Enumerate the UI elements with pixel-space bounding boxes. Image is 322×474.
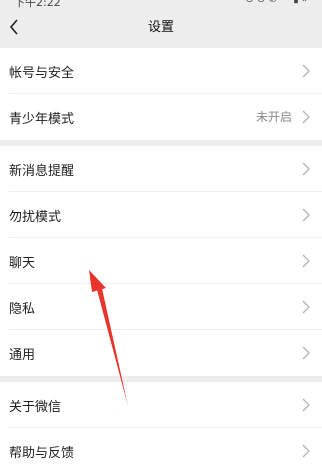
settings-group-about: 关于微信 帮助与反馈	[0, 382, 322, 474]
chevron-left-icon	[9, 19, 18, 35]
settings-item-do-not-disturb[interactable]: 勿扰模式	[0, 192, 322, 238]
settings-item-label: 帮助与反馈	[9, 445, 75, 461]
chevron-right-icon	[302, 346, 310, 360]
page-title: 设置	[147, 20, 174, 35]
back-button[interactable]	[2, 12, 26, 42]
chevron-right-icon	[302, 398, 310, 412]
settings-item-label: 隐私	[9, 301, 36, 317]
chevron-right-icon	[302, 254, 310, 268]
settings-item-label: 聊天	[9, 255, 36, 271]
status-icons: ⊙ ⊙ ✆ ⋯ ▮ »	[245, 0, 308, 5]
settings-group-general: 新消息提醒 勿扰模式 聊天 隐私 通用	[0, 146, 322, 376]
teen-mode-status: 未开启	[255, 110, 292, 124]
settings-item-label: 通用	[9, 347, 36, 363]
chevron-right-icon	[302, 110, 310, 124]
settings-item-privacy[interactable]: 隐私	[0, 284, 322, 330]
settings-item-general[interactable]: 通用	[0, 330, 322, 376]
settings-item-label: 关于微信	[9, 399, 62, 415]
settings-group-account: 帐号与安全 青少年模式 未开启	[0, 48, 322, 140]
settings-item-about-wechat[interactable]: 关于微信	[0, 382, 322, 428]
chevron-right-icon	[302, 444, 310, 458]
settings-item-teen-mode[interactable]: 青少年模式 未开启	[0, 94, 322, 140]
settings-item-notifications[interactable]: 新消息提醒	[0, 146, 322, 192]
settings-item-label: 青少年模式	[9, 111, 75, 127]
chevron-right-icon	[302, 162, 310, 176]
settings-item-label: 新消息提醒	[9, 163, 75, 179]
settings-item-account-security[interactable]: 帐号与安全	[0, 48, 322, 94]
settings-item-label: 帐号与安全	[9, 65, 75, 81]
chevron-right-icon	[302, 208, 310, 222]
status-time: 下午2:22	[14, 0, 61, 8]
settings-item-help-feedback[interactable]: 帮助与反馈	[0, 428, 322, 474]
status-bar: 下午2:22 ⊙ ⊙ ✆ ⋯ ▮ »	[0, 0, 322, 8]
nav-header: 设置	[0, 8, 322, 48]
settings-item-chat[interactable]: 聊天	[0, 238, 322, 284]
settings-item-label: 勿扰模式	[9, 209, 62, 225]
chevron-right-icon	[302, 300, 310, 314]
chevron-right-icon	[302, 64, 310, 78]
